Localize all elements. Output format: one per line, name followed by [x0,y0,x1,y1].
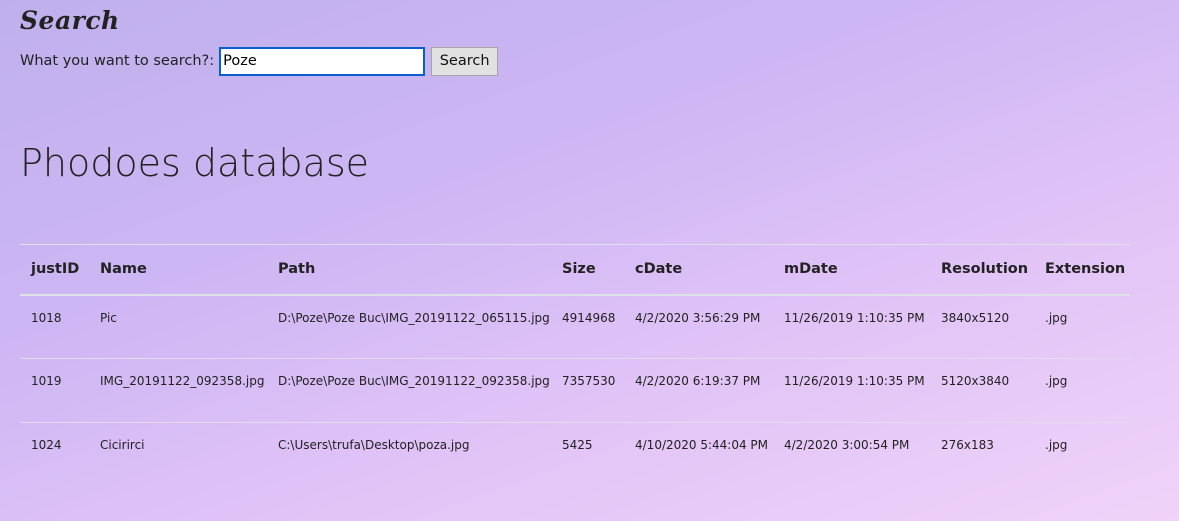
column-header-justid[interactable]: justID [20,245,89,295]
table-header-row: justID Name Path Size cDate mDate Resolu… [20,244,1130,295]
column-header-extension[interactable]: Extension [1034,245,1130,295]
cell-cdate: 4/2/2020 3:56:29 PM [635,310,761,325]
search-label: What you want to search?: [20,53,215,69]
column-header-resolution[interactable]: Resolution [930,245,1034,295]
search-form: What you want to search?: Search [20,46,499,76]
column-header-mdate[interactable]: mDate [773,245,930,295]
column-header-name[interactable]: Name [89,245,267,295]
cell-extension: .jpg [1045,438,1068,452]
search-input[interactable] [219,46,426,76]
cell-path: C:\Users\trufa\Desktop\poza.jpg [278,438,470,452]
column-header-size[interactable]: Size [551,245,624,295]
cell-path: D:\Poze\Poze Buc\IMG_20191122_065115.jpg [278,310,550,325]
cell-mdate: 11/26/2019 1:10:35 PM [784,374,925,388]
cell-extension: .jpg [1045,310,1068,325]
cell-resolution: 5120x3840 [941,374,1010,388]
page-title: Phodoes database [20,141,370,185]
cell-name: IMG_20191122_092358.jpg [100,374,265,388]
cell-path: D:\Poze\Poze Buc\IMG_20191122_092358.jpg [278,374,550,388]
cell-size: 5425 [562,438,593,452]
cell-justid: 1024 [31,438,62,452]
cell-size: 7357530 [562,374,616,388]
column-header-path[interactable]: Path [267,245,551,295]
cell-mdate: 11/26/2019 1:10:35 PM [784,310,925,325]
cell-mdate: 4/2/2020 3:00:54 PM [784,438,910,452]
column-header-cdate[interactable]: cDate [624,245,773,295]
cell-name: Pic [100,310,117,325]
cell-cdate: 4/10/2020 5:44:04 PM [635,438,769,452]
cell-resolution: 3840x5120 [941,310,1010,325]
table-row: 1019 IMG_20191122_092358.jpg D:\Poze\Poz… [20,359,1130,423]
search-heading: Search [20,6,120,35]
cell-justid: 1018 [31,310,62,325]
table-row: 1018 Pic D:\Poze\Poze Buc\IMG_20191122_0… [20,295,1130,359]
cell-justid: 1019 [31,374,62,388]
photos-table: justID Name Path Size cDate mDate Resolu… [20,244,1130,487]
cell-cdate: 4/2/2020 6:19:37 PM [635,374,761,388]
search-button[interactable]: Search [431,46,499,76]
cell-resolution: 276x183 [941,438,994,452]
table-row: 1024 Cicirirci C:\Users\trufa\Desktop\po… [20,423,1130,487]
cell-extension: .jpg [1045,374,1068,388]
cell-name: Cicirirci [100,438,145,452]
cell-size: 4914968 [562,310,616,325]
